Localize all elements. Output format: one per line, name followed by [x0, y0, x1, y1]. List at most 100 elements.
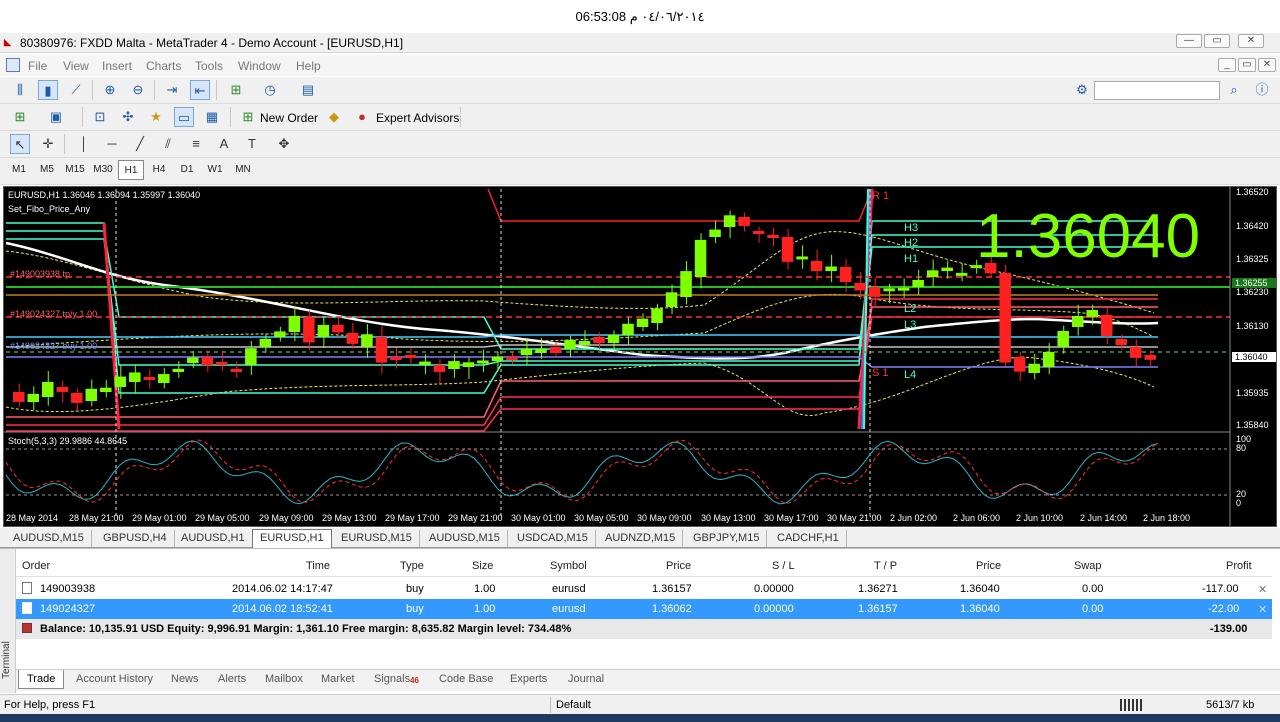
order-row-selected[interactable]: 149024327 2014.06.02 18:52:41 buy 1.00 e… — [16, 599, 1272, 619]
profiles-icon[interactable]: ▣ — [46, 107, 66, 127]
col-tp[interactable]: T / P — [874, 560, 897, 572]
timeframe-m1[interactable]: M1 — [6, 160, 32, 180]
bar-chart-icon[interactable]: ⫼ — [10, 80, 30, 100]
timeframe-h1[interactable]: H1 — [118, 160, 144, 180]
child-close-button[interactable]: ✕ — [1258, 58, 1276, 72]
zoom-in-icon[interactable]: ⊕ — [100, 80, 120, 100]
candle — [897, 287, 910, 291]
settings-gear-icon[interactable]: ⚙ — [1072, 80, 1092, 100]
col-price[interactable]: Price — [666, 560, 691, 572]
online-help-icon[interactable]: ⓘ — [1252, 80, 1272, 100]
close-order-icon[interactable]: ✕ — [1258, 603, 1267, 616]
navigator-icon[interactable]: ★ — [146, 107, 166, 127]
minimize-button[interactable]: — — [1176, 34, 1202, 48]
time-tick: 30 May 13:00 — [701, 513, 756, 523]
new-order-icon[interactable]: ⊞ — [238, 107, 258, 127]
search-icon[interactable]: ⌕ — [1224, 80, 1244, 100]
order-row[interactable]: 149003938 2014.06.02 14:17:47 buy 1.00 e… — [16, 579, 1272, 599]
candlestick-icon[interactable]: ▮ — [38, 80, 58, 100]
maximize-button[interactable]: ▭ — [1204, 34, 1230, 48]
close-button[interactable]: ✕ — [1238, 34, 1264, 48]
tab-experts[interactable]: Experts — [510, 673, 547, 685]
periods-icon[interactable]: ◷ — [260, 80, 280, 100]
tab-journal[interactable]: Journal — [568, 673, 604, 685]
chart-shift-icon[interactable]: ⇤ — [190, 80, 210, 100]
col-swap[interactable]: Swap — [1074, 560, 1102, 572]
templates-icon[interactable]: ▤ — [298, 80, 318, 100]
tester-icon[interactable]: ▦ — [202, 107, 222, 127]
tab-mailbox[interactable]: Mailbox — [265, 673, 303, 685]
time-axis: 28 May 2014 28 May 21:00 29 May 01:00 29 Ma… — [4, 512, 1230, 526]
search-input[interactable] — [1094, 81, 1220, 100]
tab-signals[interactable]: Signals — [374, 673, 410, 685]
timeframe-w1[interactable]: W1 — [202, 160, 228, 180]
horizontal-line-icon[interactable]: ─ — [102, 134, 122, 154]
menu-charts[interactable]: Charts — [146, 59, 181, 73]
tab-audusd-m15-2[interactable]: AUDUSD,M15 — [422, 530, 508, 547]
tab-usdcad-m15[interactable]: USDCAD,M15 — [510, 530, 596, 547]
timeframe-m5[interactable]: M5 — [34, 160, 60, 180]
tab-gbpusd-h4[interactable]: GBPUSD,H4 — [96, 530, 175, 547]
col-current-price[interactable]: Price — [976, 560, 1001, 572]
col-size[interactable]: Size — [472, 560, 493, 572]
col-profit[interactable]: Profit — [1226, 560, 1252, 572]
menu-file[interactable]: File — [28, 59, 47, 73]
crosshair-icon[interactable]: ✛ — [38, 134, 58, 154]
col-order[interactable]: Order — [22, 560, 50, 572]
auto-scroll-icon[interactable]: ⇥ — [162, 80, 182, 100]
indicators-icon[interactable]: ⊞ — [226, 80, 246, 100]
metaeditor-icon[interactable]: ◆ — [324, 107, 344, 127]
tab-gbpjpy-m15[interactable]: GBPJPY,M15 — [686, 530, 768, 547]
menu-tools[interactable]: Tools — [195, 59, 223, 73]
close-order-icon[interactable]: ✕ — [1258, 583, 1267, 596]
text-icon[interactable]: A — [214, 134, 234, 154]
arrows-icon[interactable]: ✥ — [274, 134, 294, 154]
timeframe-d1[interactable]: D1 — [174, 160, 200, 180]
fibonacci-icon[interactable]: ≡ — [186, 134, 206, 154]
tab-audusd-m15[interactable]: AUDUSD,M15 — [6, 530, 92, 547]
trendline-icon[interactable]: ╱ — [130, 134, 150, 154]
tab-eurusd-m15[interactable]: EURUSD,M15 — [334, 530, 420, 547]
col-time[interactable]: Time — [306, 560, 330, 572]
timeframe-h4[interactable]: H4 — [146, 160, 172, 180]
market-watch-icon[interactable]: ⊡ — [90, 107, 110, 127]
menu-help[interactable]: Help — [296, 59, 321, 73]
terminal-icon[interactable]: ▭ — [174, 107, 194, 127]
col-sl[interactable]: S / L — [772, 560, 795, 572]
vertical-line-icon[interactable]: │ — [74, 134, 94, 154]
child-restore-button[interactable]: ▭ — [1238, 58, 1256, 72]
child-minimize-button[interactable]: _ — [1218, 58, 1236, 72]
expert-advisors-icon[interactable]: ● — [352, 107, 372, 127]
tab-audusd-h1[interactable]: AUDUSD,H1 — [174, 530, 253, 547]
new-chart-icon[interactable]: ⊞ — [10, 107, 30, 127]
cursor-icon[interactable]: ↖ — [10, 134, 30, 154]
tab-trade[interactable]: Trade — [18, 670, 65, 689]
tab-news[interactable]: News — [171, 673, 199, 685]
expert-advisors-button[interactable]: Expert Advisors — [376, 111, 459, 125]
tab-code-base[interactable]: Code Base — [439, 673, 493, 685]
tab-alerts[interactable]: Alerts — [218, 673, 246, 685]
menu-view[interactable]: View — [63, 59, 89, 73]
balance-summary: Balance: 10,135.91 USD Equity: 9,996.91 … — [40, 623, 572, 635]
data-window-icon[interactable]: ✣ — [118, 107, 138, 127]
tab-account-history[interactable]: Account History — [76, 673, 153, 685]
tab-market[interactable]: Market — [321, 673, 355, 685]
col-type[interactable]: Type — [400, 560, 424, 572]
timeframe-mn[interactable]: MN — [230, 160, 256, 180]
zoom-out-icon[interactable]: ⊖ — [128, 80, 148, 100]
menu-window[interactable]: Window — [238, 59, 281, 73]
tab-cadchf-h1[interactable]: CADCHF,H1 — [770, 530, 847, 547]
tab-eurusd-h1[interactable]: EURUSD,H1 — [252, 529, 332, 548]
tab-audnzd-m15[interactable]: AUDNZD,M15 — [598, 530, 684, 547]
menu-insert[interactable]: Insert — [102, 59, 132, 73]
text-label-icon[interactable]: T — [242, 134, 262, 154]
candle — [404, 355, 417, 358]
price-tick: 1.36230 — [1236, 287, 1269, 297]
new-order-button[interactable]: New Order — [260, 111, 318, 125]
equidistant-channel-icon[interactable]: ⫽ — [158, 134, 178, 154]
col-symbol[interactable]: Symbol — [550, 560, 587, 572]
line-chart-icon[interactable]: ⟋ — [66, 80, 86, 100]
timeframe-m30[interactable]: M30 — [90, 160, 116, 180]
timeframe-m15[interactable]: M15 — [62, 160, 88, 180]
price-chart[interactable]: EURUSD,H1 1.36046 1.36094 1.35997 1.3604… — [3, 186, 1277, 527]
